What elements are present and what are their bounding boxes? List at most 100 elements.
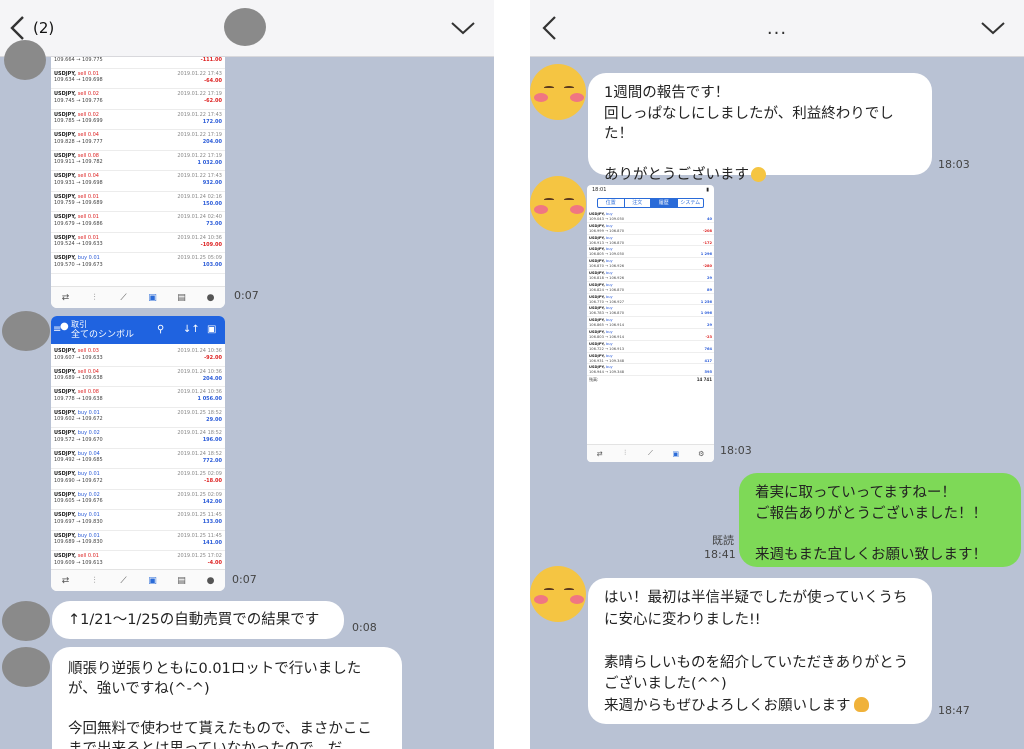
trade-row[interactable]: USDJPY, sell 0.04 109.931 → 109.698 2019.0… bbox=[51, 171, 225, 192]
trade-date: 2019.01.25 17:02 bbox=[177, 553, 222, 559]
chart-icon: ⫶ bbox=[93, 575, 96, 586]
trade-row[interactable]: USDJPY, sell 0.01 109.524 → 109.633 2019.0… bbox=[51, 233, 225, 253]
history-icon: ▣ bbox=[148, 292, 157, 303]
trade-row[interactable]: USDJPY, buy 0.02 109.605 → 109.676 2019.01… bbox=[51, 490, 225, 510]
history-filter-label: 取引 全てのシンボル bbox=[71, 320, 134, 340]
trade-prices: 106.722 → 106.913 bbox=[589, 346, 625, 351]
trade-history-screenshot[interactable]: ≡ ● 取引 全てのシンボル ⚲ ↓↑ ▣ USDJPY, sell 0.03 1… bbox=[51, 316, 225, 591]
trade-prices: 109.634 → 109.698 bbox=[54, 77, 103, 83]
trade-row[interactable]: USDJPY, buy 106.931 → 109.348 417 bbox=[587, 353, 714, 365]
avatar[interactable] bbox=[2, 647, 50, 687]
chat-title: ... bbox=[766, 18, 788, 39]
trade-date: 2019.01.22 17:43 bbox=[177, 173, 222, 179]
status-time: 18:01 bbox=[592, 187, 607, 193]
trade-row[interactable]: USDJPY, buy 109.043 → 109.050 40 bbox=[587, 211, 714, 223]
trade-row[interactable]: USDJPY, buy 0.01 109.689 → 109.830 2019.01… bbox=[51, 531, 225, 551]
trade-row[interactable]: USDJPY, sell 0.01 109.679 → 109.686 2019.0… bbox=[51, 212, 225, 233]
trade-profit: 89 bbox=[706, 287, 712, 292]
avatar[interactable] bbox=[2, 311, 50, 351]
battery-icon: ▮ bbox=[706, 187, 709, 193]
trade-row[interactable]: USDJPY, buy 0.04 109.492 → 109.685 2019.01… bbox=[51, 449, 225, 469]
trade-list: USDJPY, sell 0.03 109.607 → 109.633 2019.0… bbox=[51, 346, 225, 572]
trade-row[interactable]: USDJPY, buy 106.944 → 109.348 595 bbox=[587, 364, 714, 377]
trade-profit: 133.00 bbox=[202, 519, 222, 525]
trade-profit: 417 bbox=[704, 358, 712, 363]
trade-list: USDJPY, sell 0.01109.664 → 109.7752019.0… bbox=[51, 57, 225, 274]
trade-prices: 109.689 → 109.638 bbox=[54, 375, 103, 381]
avatar[interactable] bbox=[4, 40, 46, 80]
chat-bubble-outgoing: 着実に取っていってますねー！ ご報告ありがとうございました！！ 来週もまた宜しく… bbox=[739, 473, 1021, 567]
trade-profit: 1 032.00 bbox=[197, 159, 222, 166]
trade-row[interactable]: USDJPY, buy 106.870 → 106.926 -280 bbox=[587, 258, 714, 270]
chevron-down-icon[interactable] bbox=[980, 20, 1006, 36]
trade-prices: 106.818 → 106.926 bbox=[589, 275, 625, 280]
trade-row[interactable]: USDJPY, sell 0.08 109.778 → 109.638 2019.0… bbox=[51, 387, 225, 408]
segment-tab[interactable]: 履歴 bbox=[651, 199, 678, 207]
trade-history-screenshot[interactable]: 18:01 ▮ 位置 注文 履歴 システム USDJPY, buy 109.043 → 1… bbox=[587, 185, 714, 462]
trade-row[interactable]: USDJPY, buy 106.803 → 106.914 -23 bbox=[587, 329, 714, 341]
trade-prices: 109.492 → 109.685 bbox=[54, 457, 103, 463]
news-icon: ▤ bbox=[177, 575, 186, 586]
trade-profit: 595 bbox=[704, 370, 712, 375]
trade-profit: -18.00 bbox=[204, 478, 222, 484]
trade-row[interactable]: USDJPY, buy 0.02 109.572 → 109.670 2019.01… bbox=[51, 428, 225, 449]
message-time: 18:47 bbox=[938, 704, 970, 717]
trade-profit: 29 bbox=[706, 275, 712, 280]
trade-row[interactable]: USDJPY, sell 0.02 109.785 → 109.699 2019.0… bbox=[51, 110, 225, 130]
trade-prices: 109.524 → 109.633 bbox=[54, 241, 103, 247]
trade-profit: -172 bbox=[703, 240, 712, 245]
chat-bubble: ↑1/21〜1/25の自動売買での結果です bbox=[52, 601, 344, 639]
trade-row[interactable]: USDJPY, buy 0.01 109.602 → 109.672 2019.01… bbox=[51, 408, 225, 428]
chevron-down-icon[interactable] bbox=[450, 20, 476, 36]
trade-prices: 109.931 → 109.698 bbox=[54, 179, 103, 186]
trade-history-screenshot[interactable]: USDJPY, sell 0.01109.664 → 109.7752019.0… bbox=[51, 57, 225, 308]
trade-icon: ⟋ bbox=[120, 292, 127, 303]
trade-row[interactable]: USDJPY, buy 106.865 → 106.914 29 bbox=[587, 317, 714, 329]
trade-row[interactable]: USDJPY, buy 106.805 → 109.050 1 296 bbox=[587, 246, 714, 259]
avatar[interactable] bbox=[530, 566, 586, 622]
trade-row[interactable]: USDJPY, sell 0.03 109.607 → 109.633 2019.0… bbox=[51, 346, 225, 367]
trade-prices: 109.785 → 109.699 bbox=[54, 118, 103, 124]
avatar[interactable] bbox=[530, 64, 586, 120]
segment-tab[interactable]: システム bbox=[678, 199, 704, 207]
trade-row[interactable]: USDJPY, sell 0.01 109.634 → 109.698 2019.0… bbox=[51, 69, 225, 89]
avatar[interactable] bbox=[2, 601, 50, 641]
trade-profit: -92.00 bbox=[204, 355, 222, 361]
message-time: 0:07 bbox=[234, 289, 259, 302]
trade-row[interactable]: USDJPY, buy 106.770 → 106.927 1 256 bbox=[587, 294, 714, 306]
trade-row[interactable]: USDJPY, buy 0.01 109.690 → 109.672 2019.01… bbox=[51, 469, 225, 490]
trade-profit: 764 bbox=[704, 346, 712, 351]
trade-profit: 1 296 bbox=[700, 252, 712, 257]
trade-row[interactable]: USDJPY, sell 0.04 109.828 → 109.777 2019.0… bbox=[51, 130, 225, 151]
trade-row[interactable]: USDJPY, buy 0.01 109.570 → 109.673 2019.01… bbox=[51, 253, 225, 274]
trade-profit: -111.00 bbox=[200, 57, 222, 63]
trade-prices: 109.828 → 109.777 bbox=[54, 138, 103, 145]
trade-row[interactable]: USDJPY, sell 0.01109.664 → 109.7752019.0… bbox=[51, 57, 225, 69]
trade-row[interactable]: USDJPY, buy 106.913 → 106.870 -172 bbox=[587, 235, 714, 247]
trade-prices: 109.664 → 109.775 bbox=[54, 57, 103, 63]
smile-emoji-icon bbox=[751, 166, 766, 182]
trade-row[interactable]: USDJPY, sell 0.01 109.759 → 109.689 2019.0… bbox=[51, 192, 225, 212]
trade-row[interactable]: USDJPY, buy 106.999 → 106.870 -208 bbox=[587, 223, 714, 235]
trade-row[interactable]: USDJPY, buy 106.818 → 106.926 29 bbox=[587, 270, 714, 282]
segment-tab[interactable]: 位置 bbox=[598, 199, 625, 207]
message-time: 0:07 bbox=[232, 573, 257, 586]
trade-row[interactable]: USDJPY, sell 0.08 109.911 → 109.782 2019.0… bbox=[51, 151, 225, 171]
trade-prices: 109.570 → 109.673 bbox=[54, 261, 103, 268]
profile-avatar[interactable] bbox=[224, 8, 266, 46]
trade-row[interactable]: USDJPY, buy 106.722 → 106.913 764 bbox=[587, 341, 714, 353]
avatar[interactable] bbox=[530, 176, 586, 232]
trade-date: 2019.01.24 10:36 bbox=[177, 389, 222, 395]
trade-row[interactable]: USDJPY, sell 0.04 109.689 → 109.638 2019.0… bbox=[51, 367, 225, 387]
quotes-icon: ⇄ bbox=[61, 292, 70, 303]
trade-prices: 106.865 → 106.914 bbox=[589, 323, 625, 328]
trade-profit: 1 056.00 bbox=[197, 396, 222, 402]
trade-row[interactable]: USDJPY, buy 106.783 → 106.870 1 096 bbox=[587, 305, 714, 318]
segment-tab[interactable]: 注文 bbox=[625, 199, 651, 207]
trade-row[interactable]: USDJPY, buy 0.01 109.697 → 109.830 2019.01… bbox=[51, 510, 225, 531]
back-icon[interactable] bbox=[6, 14, 30, 42]
trade-row[interactable]: USDJPY, sell 0.02 109.745 → 109.776 2019.0… bbox=[51, 89, 225, 110]
trade-row[interactable]: USDJPY, buy 106.824 → 106.870 89 bbox=[587, 282, 714, 294]
chart-icon: ⫶ bbox=[93, 292, 96, 303]
trade-date: 2019.01.25 05:09 bbox=[177, 255, 222, 261]
